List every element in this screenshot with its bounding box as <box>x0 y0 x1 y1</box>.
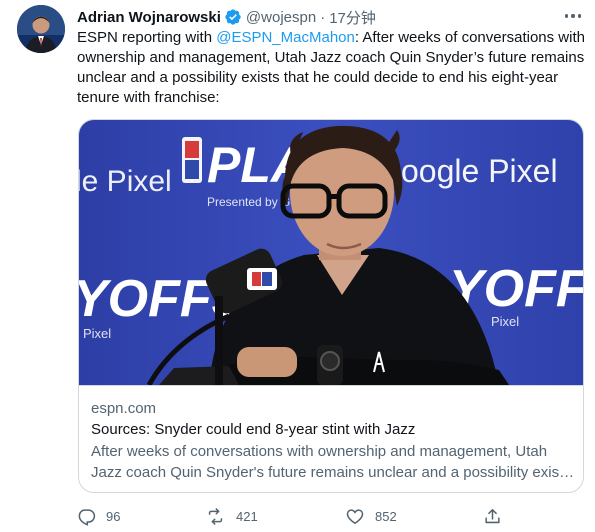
link-card[interactable]: le Pixel PLA Presented by Google Pix oog… <box>78 119 584 493</box>
tweet-timestamp[interactable]: 17分钟 <box>329 7 376 28</box>
backdrop-pixel-left: Pixel <box>83 326 111 341</box>
card-title: Sources: Snyder could end 8-year stint w… <box>91 421 416 438</box>
more-options-icon[interactable] <box>562 6 584 26</box>
share-button[interactable] <box>483 504 502 528</box>
card-domain: espn.com <box>91 400 157 417</box>
backdrop-pixel-right: Pixel <box>491 314 519 329</box>
separator-dot: · <box>320 8 326 26</box>
card-info[interactable]: espn.com Sources: Snyder could end 8-yea… <box>79 385 583 492</box>
author-handle[interactable]: @wojespn <box>246 9 316 26</box>
retweet-count: 421 <box>236 508 258 524</box>
tweet-header: Adrian Wojnarowski @wojespn · 17分钟 <box>77 7 376 27</box>
tweet-text-intro: ESPN reporting with <box>77 29 217 46</box>
reply-button[interactable]: 96 <box>77 504 120 528</box>
action-bar: 96 421 852 <box>77 504 589 528</box>
card-image[interactable]: le Pixel PLA Presented by Google Pix oog… <box>79 120 583 385</box>
like-button[interactable]: 852 <box>345 504 397 528</box>
backdrop-brand-right: oogle Pixel <box>401 153 558 189</box>
backdrop-brand-left: le Pixel <box>79 165 172 198</box>
mention-link[interactable]: @ESPN_MacMahon <box>216 29 355 46</box>
retweet-button[interactable]: 421 <box>205 504 258 528</box>
author-avatar[interactable] <box>17 5 65 53</box>
avatar-photo <box>17 5 65 53</box>
verified-badge-icon <box>224 8 242 26</box>
reply-count: 96 <box>106 508 121 524</box>
heart-icon <box>346 508 364 524</box>
tweet[interactable]: Adrian Wojnarowski @wojespn · 17分钟 ESPN … <box>0 0 595 532</box>
tweet-text: ESPN reporting with @ESPN_MacMahon: Afte… <box>77 28 589 108</box>
retweet-icon <box>208 507 223 525</box>
card-description: After weeks of conversations with owners… <box>91 443 571 481</box>
press-conference-photo: le Pixel PLA Presented by Google Pix oog… <box>79 120 583 385</box>
reply-icon <box>78 508 96 526</box>
share-icon <box>485 508 500 523</box>
like-count: 852 <box>375 508 397 524</box>
author-name[interactable]: Adrian Wojnarowski <box>77 9 221 26</box>
